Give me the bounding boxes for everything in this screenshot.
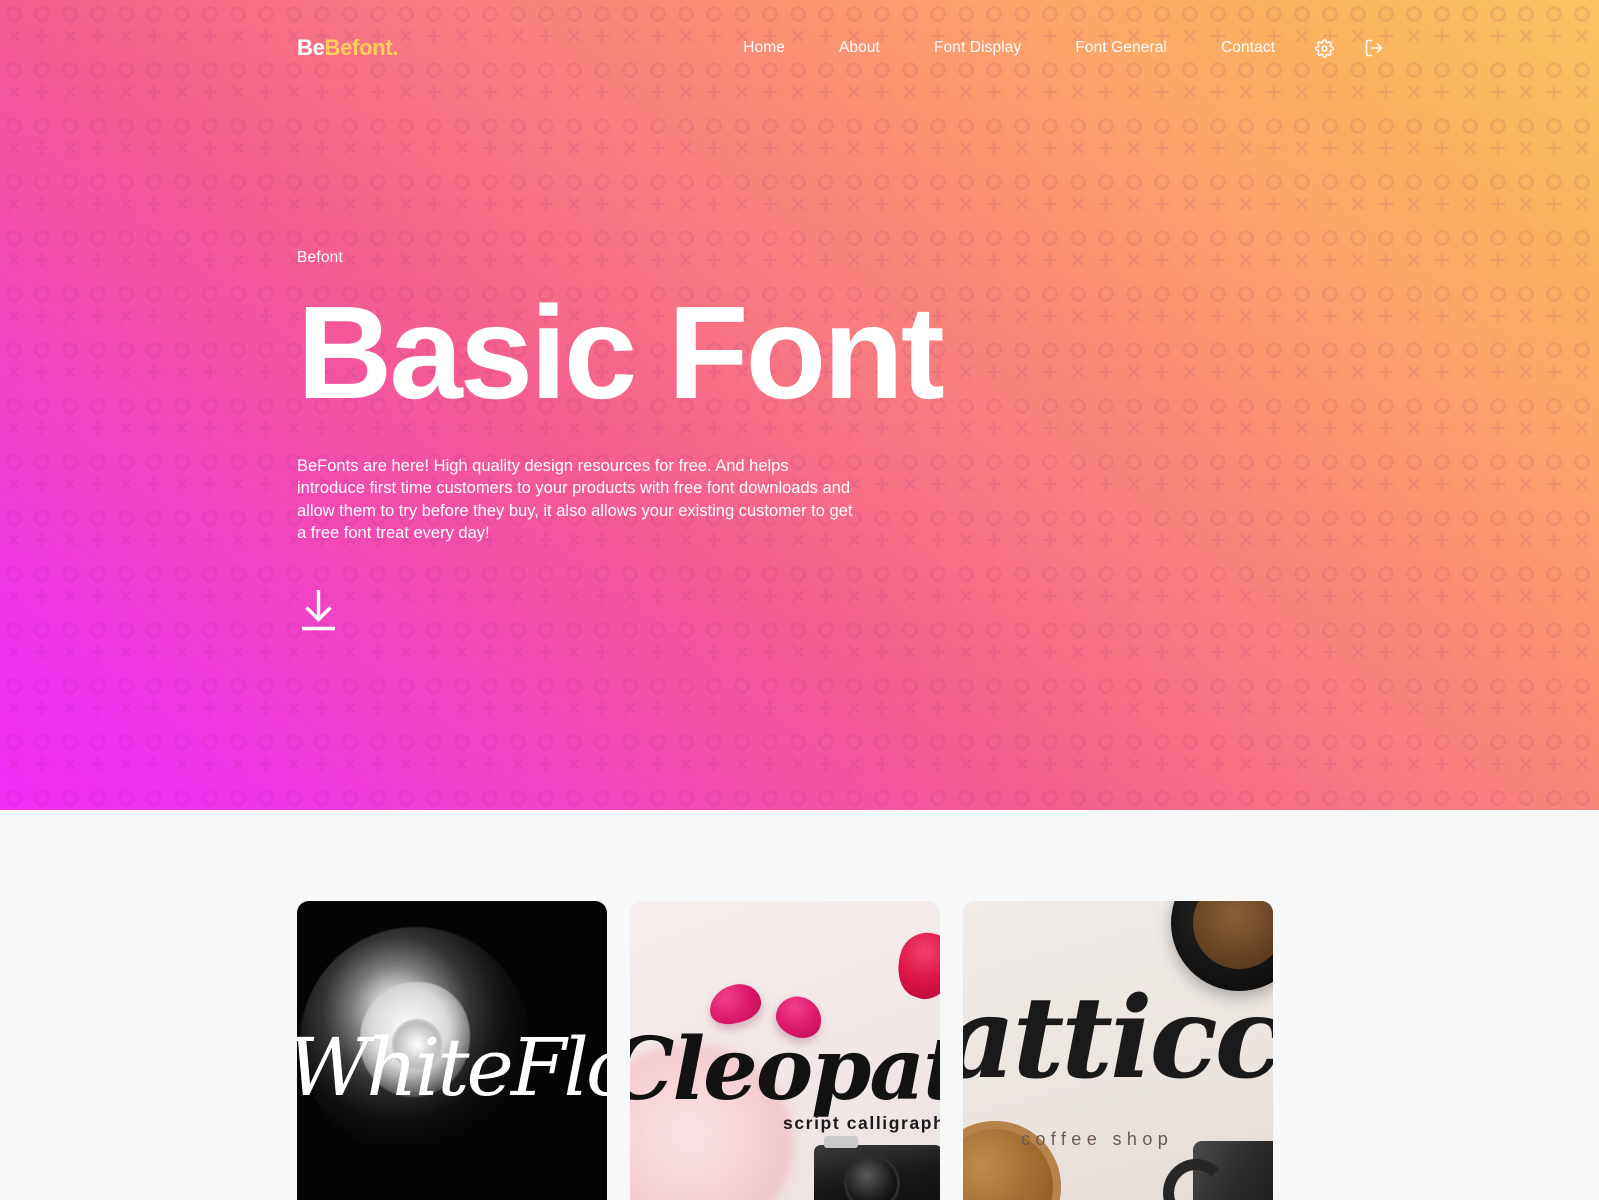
site-logo[interactable]: BeBefont. <box>297 35 399 60</box>
card-script-label: Cleopatra <box>630 1019 940 1120</box>
card-subtitle-label: coffee shop <box>1021 1129 1174 1149</box>
nav-item-font-display[interactable]: Font Display <box>934 33 1021 63</box>
card-script-label: atticca <box>963 973 1273 1104</box>
hero-section: BeBefont. Home About Font Display Font G… <box>0 0 1599 810</box>
nav-icon-group <box>1315 38 1384 58</box>
nav-item-about[interactable]: About <box>839 33 880 63</box>
font-card-atticca[interactable]: atticca coffee shop <box>963 901 1273 1200</box>
nav-item-font-general[interactable]: Font General <box>1075 33 1167 63</box>
page-title: Basic Font <box>297 279 945 426</box>
download-button[interactable] <box>297 586 340 633</box>
hero-eyebrow: Befont <box>297 249 344 266</box>
nav-links: Home About Font Display Font General Con… <box>743 33 1384 63</box>
logo-text-be: Be <box>297 35 325 60</box>
top-navigation-bar: BeBefont. Home About Font Display Font G… <box>0 0 1599 96</box>
card-subtitle-label: script calligraphy fo <box>783 1113 940 1133</box>
font-card-list: WhiteFlow MERCURIAL PRESENT Cleopatra sc… <box>0 901 1599 1200</box>
font-card-whiteflow[interactable]: WhiteFlow <box>297 901 607 1200</box>
hero-content: Befont Basic Font BeFonts are here! High… <box>0 96 1599 638</box>
mercurial-present-arc-text: MERCURIAL PRESENT <box>630 919 940 965</box>
logo-text-befont: Befont. <box>324 35 399 60</box>
font-showcase-section: WhiteFlow MERCURIAL PRESENT Cleopatra sc… <box>0 810 1599 1200</box>
logout-icon[interactable] <box>1364 38 1384 58</box>
coffee-mug-graphic <box>1163 1141 1273 1200</box>
gear-icon[interactable] <box>1315 38 1334 58</box>
download-icon <box>297 590 340 636</box>
font-card-cleopatra[interactable]: MERCURIAL PRESENT Cleopatra script calli… <box>630 901 940 1200</box>
vintage-camera-graphic <box>814 1136 940 1200</box>
cleopatra-script-text: Cleopatra <box>630 1019 940 1120</box>
card-script-label: WhiteFlow <box>297 1021 607 1114</box>
whiteflow-script-text: WhiteFlow <box>297 1021 607 1114</box>
nav-item-home[interactable]: Home <box>743 33 785 63</box>
atticca-script-text: atticca <box>963 973 1273 1104</box>
hero-description: BeFonts are here! High quality design re… <box>297 457 853 542</box>
nav-item-contact[interactable]: Contact <box>1221 33 1275 63</box>
